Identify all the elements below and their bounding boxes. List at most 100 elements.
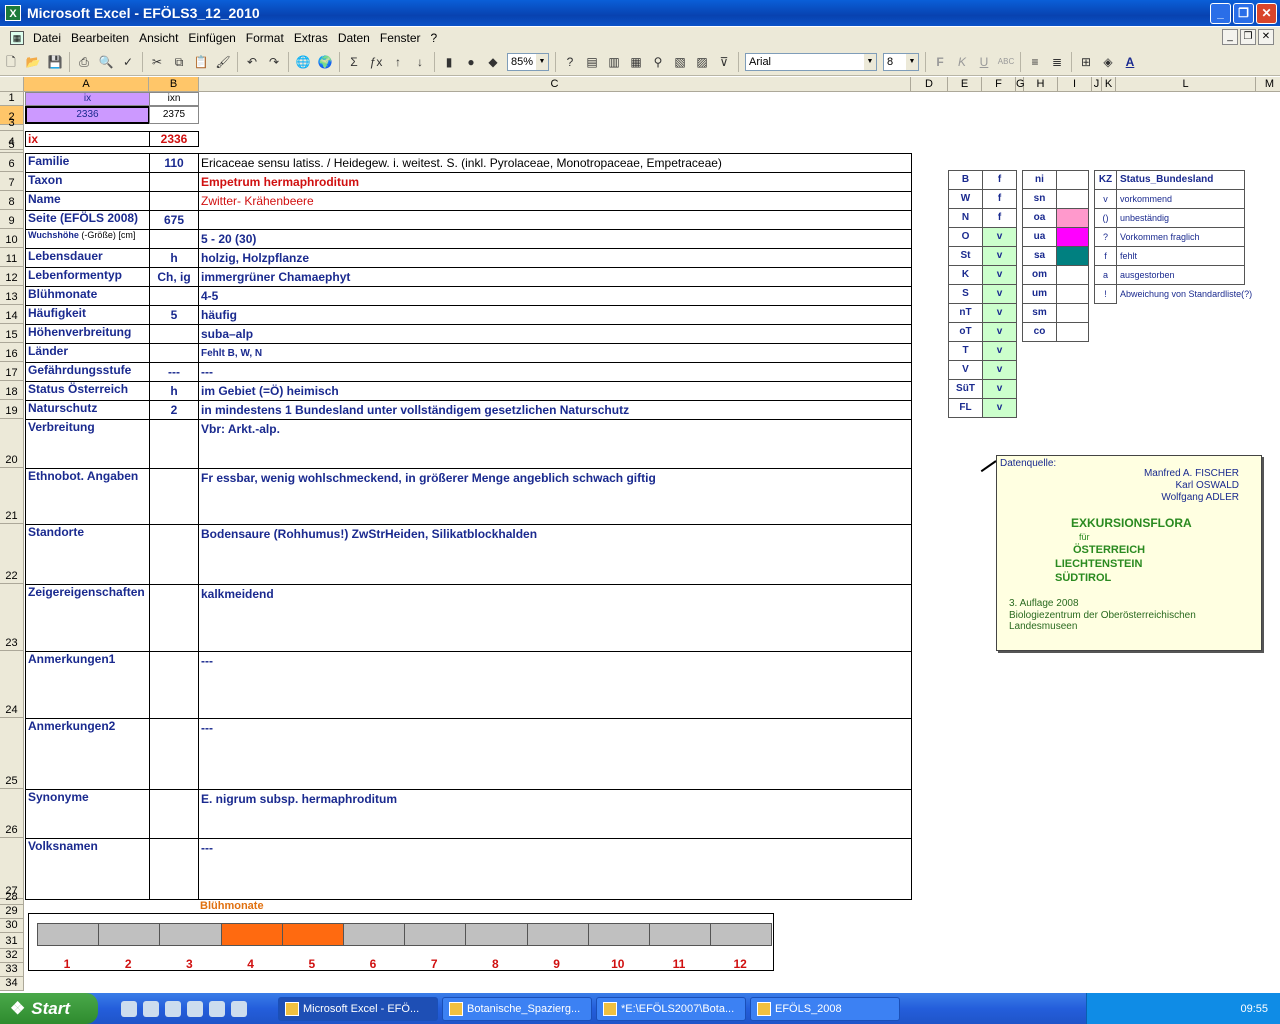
record-text[interactable]: Vbr: Arkt.-alp. [198, 419, 912, 469]
record-text[interactable]: immergrüner Chamaephyt [198, 267, 912, 287]
record-label[interactable]: Taxon [25, 172, 150, 192]
record-text[interactable]: --- [198, 362, 912, 382]
record-value[interactable]: 110 [149, 153, 199, 173]
function-icon[interactable]: ƒx [366, 52, 386, 72]
menu-5[interactable]: Extras [289, 31, 333, 45]
restore-button[interactable]: ❐ [1233, 3, 1254, 24]
row-header[interactable]: 22 [0, 524, 24, 584]
state-value[interactable]: v [982, 303, 1017, 323]
record-label[interactable]: Verbreitung [25, 419, 150, 469]
col-header[interactable]: B [149, 77, 199, 92]
col-header[interactable]: H [1024, 77, 1058, 92]
row-header[interactable]: 20 [0, 419, 24, 468]
record-value[interactable] [149, 524, 199, 585]
print-icon[interactable]: ⎙ [74, 52, 94, 72]
cell-a1[interactable]: ix [25, 92, 150, 106]
altitude-color[interactable] [1056, 170, 1089, 190]
altitude-color[interactable] [1056, 265, 1089, 285]
doc-restore-button[interactable]: ❐ [1240, 29, 1256, 45]
record-label[interactable]: Lebensdauer [25, 248, 150, 268]
record-value[interactable] [149, 718, 199, 790]
tool3-icon[interactable]: ▦ [626, 52, 646, 72]
col-header[interactable]: I [1058, 77, 1092, 92]
menu-1[interactable]: Bearbeiten [66, 31, 134, 45]
record-text[interactable]: E. nigrum subsp. hermaphroditum [198, 789, 912, 839]
cell-a4[interactable]: ix [25, 131, 150, 147]
record-value[interactable]: --- [149, 362, 199, 382]
record-text[interactable]: Empetrum hermaphroditum [198, 172, 912, 192]
record-text[interactable]: suba–alp [198, 324, 912, 344]
quicklaunch-icon-1[interactable] [121, 1000, 137, 1017]
map-icon[interactable]: ● [461, 52, 481, 72]
record-value[interactable] [149, 229, 199, 249]
save-icon[interactable]: 💾 [45, 52, 65, 72]
col-header[interactable]: A [24, 77, 149, 92]
start-button[interactable]: ❖ Start [0, 993, 98, 1024]
record-label[interactable]: Lebenformentyp [25, 267, 150, 287]
strike-icon[interactable]: ABC [996, 52, 1016, 72]
record-label[interactable]: Ethnobot. Angaben [25, 468, 150, 525]
record-value[interactable] [149, 468, 199, 525]
taskbar-item[interactable]: *E:\EFÖLS2007\Bota... [596, 996, 746, 1021]
minimize-button[interactable]: _ [1210, 3, 1231, 24]
state-value[interactable]: v [982, 246, 1017, 266]
altitude-color[interactable] [1056, 303, 1089, 323]
state-value[interactable]: v [982, 284, 1017, 304]
close-button[interactable]: ✕ [1256, 3, 1277, 24]
state-value[interactable]: v [982, 322, 1017, 342]
tool2-icon[interactable]: ▥ [604, 52, 624, 72]
redo-icon[interactable]: ↷ [264, 52, 284, 72]
state-value[interactable]: v [982, 341, 1017, 361]
taskbar-item[interactable]: Botanische_Spazierg... [442, 996, 592, 1021]
row-header[interactable]: 19 [0, 400, 24, 419]
row-header[interactable]: 34 [0, 977, 24, 991]
record-label[interactable]: Familie [25, 153, 150, 173]
record-value[interactable] [149, 191, 199, 211]
row-header[interactable]: 7 [0, 172, 24, 191]
tool4-icon[interactable]: ▧ [670, 52, 690, 72]
record-value[interactable] [149, 651, 199, 719]
cell-b4[interactable]: 2336 [149, 131, 199, 147]
border-icon[interactable]: ⊞ [1076, 52, 1096, 72]
select-all[interactable] [0, 77, 24, 92]
tool5-icon[interactable]: ▨ [692, 52, 712, 72]
record-value[interactable] [149, 172, 199, 192]
row-header[interactable]: 21 [0, 468, 24, 524]
altitude-color[interactable] [1056, 227, 1089, 247]
record-text[interactable]: in mindestens 1 Bundesland unter vollstä… [198, 400, 912, 420]
record-label[interactable]: Status Österreich [25, 381, 150, 401]
new-icon[interactable]: 🗋 [1, 52, 21, 72]
col-header[interactable]: C [199, 77, 911, 92]
row-header[interactable]: 30 [0, 919, 24, 933]
menu-6[interactable]: Daten [333, 31, 375, 45]
col-header[interactable]: L [1116, 77, 1256, 92]
record-value[interactable] [149, 584, 199, 652]
cut-icon[interactable]: ✂ [147, 52, 167, 72]
record-label[interactable]: Naturschutz [25, 400, 150, 420]
record-label[interactable]: Name [25, 191, 150, 211]
help-icon[interactable]: ? [560, 52, 580, 72]
doc-close-button[interactable]: ✕ [1258, 29, 1274, 45]
state-value[interactable]: v [982, 398, 1017, 418]
taskbar-item[interactable]: Microsoft Excel - EFÖ... [278, 996, 438, 1021]
row-header[interactable]: 12 [0, 267, 24, 286]
record-value[interactable] [149, 789, 199, 839]
record-text[interactable]: 4-5 [198, 286, 912, 306]
format-painter-icon[interactable]: 🖌 [213, 52, 233, 72]
record-label[interactable]: Höhenverbreitung [25, 324, 150, 344]
drawing-icon[interactable]: ◆ [483, 52, 503, 72]
menu-8[interactable]: ? [426, 31, 443, 45]
row-header[interactable]: 9 [0, 210, 24, 229]
row-header[interactable]: 32 [0, 949, 24, 963]
cell-b1[interactable]: ixn [149, 92, 199, 106]
record-label[interactable]: Volksnamen [25, 838, 150, 900]
row-header[interactable]: 27 [0, 838, 24, 899]
row-header[interactable]: 29 [0, 905, 24, 919]
sort-desc-icon[interactable]: ↓ [410, 52, 430, 72]
zoom-select[interactable]: 85% ▼ [507, 53, 549, 71]
menu-3[interactable]: Einfügen [183, 31, 240, 45]
record-label[interactable]: Anmerkungen1 [25, 651, 150, 719]
state-value[interactable]: f [982, 170, 1017, 190]
record-text[interactable]: Bodensaure (Rohhumus!) ZwStrHeiden, Sili… [198, 524, 912, 585]
record-value[interactable] [149, 838, 199, 900]
